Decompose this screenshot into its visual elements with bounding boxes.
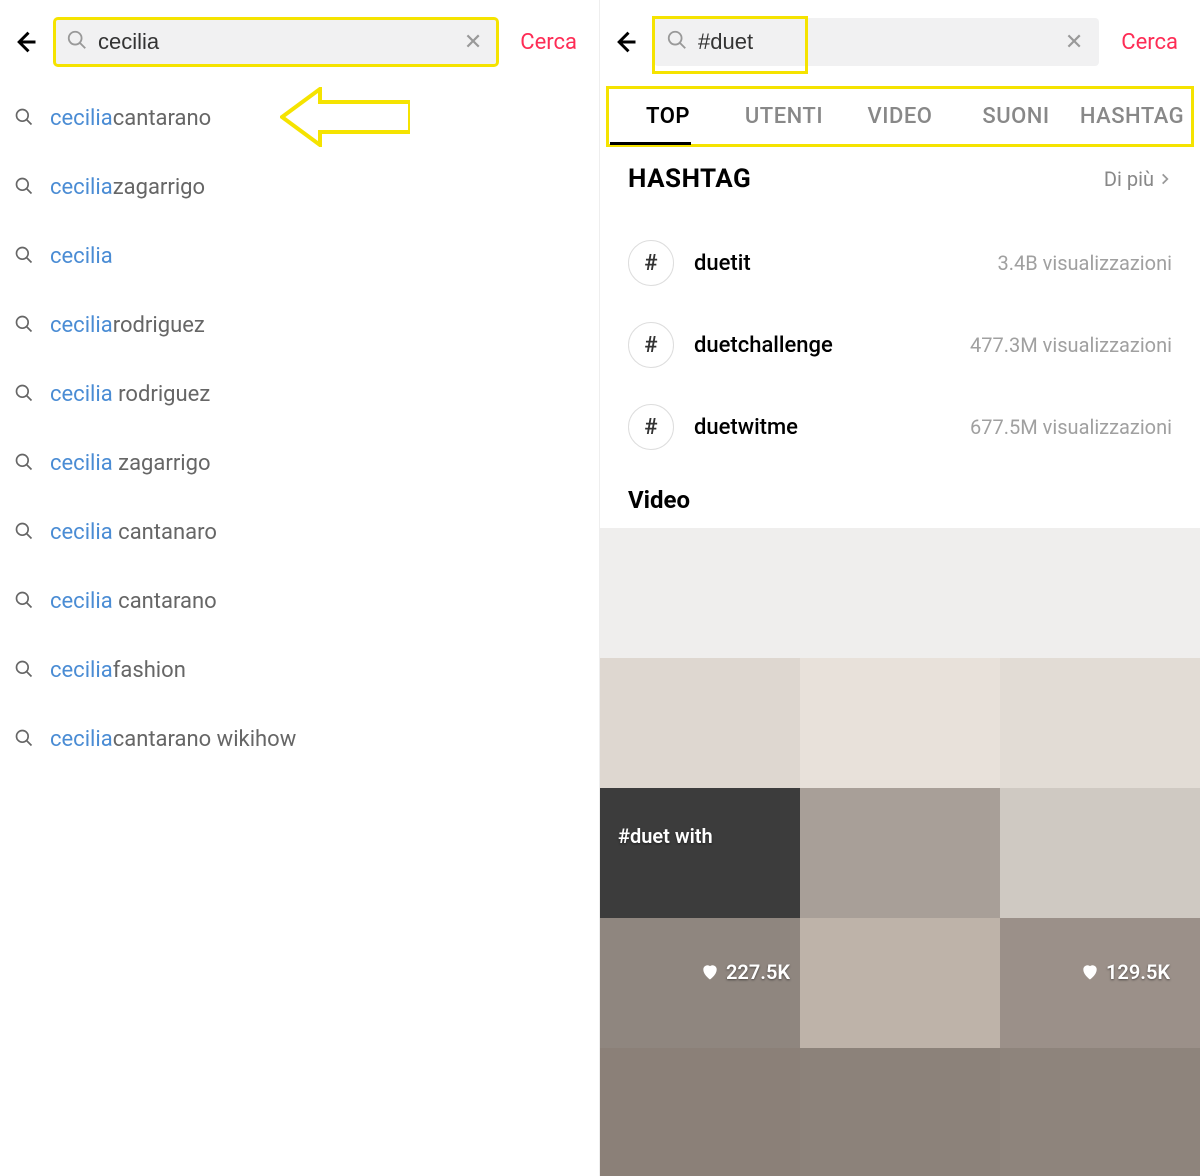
suggestion-text: ceciliazagarrigo (50, 175, 205, 200)
suggestion-text: cecilia cantanaro (50, 520, 217, 545)
search-input[interactable] (698, 29, 1061, 55)
suggestion-text: cecilia (50, 244, 113, 269)
search-icon (14, 245, 34, 269)
video-thumbnail[interactable] (800, 788, 1000, 918)
hashtag-views: 3.4B visualizzazioni (997, 251, 1172, 275)
suggestion-item[interactable]: ceciliazagarrigo (10, 153, 589, 222)
back-button[interactable] (606, 23, 644, 61)
highlight-arrow-icon (280, 87, 410, 151)
video-caption: #duet with (618, 824, 713, 848)
back-button[interactable] (6, 23, 44, 61)
suggestion-text: ceciliacantarano wikihow (50, 727, 296, 752)
video-thumbnail[interactable] (1000, 1048, 1200, 1176)
search-icon (14, 107, 34, 131)
video-grid: #duet with 227.5K 129.5K (600, 528, 1200, 1176)
tab-top[interactable]: TOP (610, 90, 726, 143)
search-header: ✕ Cerca (600, 0, 1200, 84)
suggestion-item[interactable]: cecilia rodriguez (10, 360, 589, 429)
video-thumbnail[interactable] (800, 1048, 1000, 1176)
search-icon (14, 659, 34, 683)
search-box[interactable]: ✕ (54, 18, 498, 66)
suggestion-item[interactable]: ceciliafashion (10, 636, 589, 705)
tabs-row: TOP UTENTI VIDEO SUONI HASHTAG (600, 90, 1200, 144)
search-suggestions-panel: ✕ Cerca ceciliacantarano ceciliazagarrig… (0, 0, 600, 1176)
search-input[interactable] (98, 29, 460, 55)
hashtag-item[interactable]: # duetchallenge 477.3M visualizzazioni (628, 304, 1172, 386)
search-icon (66, 29, 88, 55)
video-thumbnail[interactable] (600, 788, 800, 918)
search-box[interactable]: ✕ (654, 18, 1099, 66)
hashtag-item[interactable]: # duetwitme 677.5M visualizzazioni (628, 386, 1172, 468)
search-icon (14, 383, 34, 407)
suggestion-item[interactable]: cecilia zagarrigo (10, 429, 589, 498)
hashtag-name: duetit (694, 251, 997, 276)
video-thumbnail[interactable] (800, 918, 1000, 1048)
video-thumbnail[interactable] (600, 1048, 800, 1176)
video-thumbnail[interactable] (1000, 528, 1200, 658)
search-icon (14, 728, 34, 752)
suggestion-text: ceciliacantarano (50, 106, 211, 131)
suggestion-item[interactable]: cecilia cantanaro (10, 498, 589, 567)
hashtag-item[interactable]: # duetit 3.4B visualizzazioni (628, 222, 1172, 304)
video-like-count: 129.5K (1080, 960, 1170, 984)
hashtag-name: duetwitme (694, 415, 970, 440)
suggestion-item[interactable]: ceciliarodriguez (10, 291, 589, 360)
suggestion-text: cecilia rodriguez (50, 382, 210, 407)
suggestion-text: cecilia cantarano (50, 589, 217, 614)
video-thumbnail[interactable] (600, 528, 800, 658)
search-submit-link[interactable]: Cerca (508, 30, 589, 55)
suggestion-item[interactable]: ceciliacantarano (10, 84, 589, 153)
clear-icon[interactable]: ✕ (1061, 30, 1087, 55)
hashtag-views: 477.3M visualizzazioni (970, 333, 1172, 357)
tab-hashtag[interactable]: HASHTAG (1074, 90, 1190, 143)
hashtag-section: HASHTAG Di più # duetit 3.4B visualizzaz… (600, 144, 1200, 468)
search-icon (14, 521, 34, 545)
back-arrow-icon (11, 28, 39, 56)
search-results-panel: ✕ Cerca TOP UTENTI VIDEO SUONI HASHTAG H… (600, 0, 1200, 1176)
tab-suoni[interactable]: SUONI (958, 90, 1074, 143)
section-title: HASHTAG (628, 164, 751, 194)
back-arrow-icon (611, 28, 639, 56)
search-header: ✕ Cerca (0, 0, 599, 84)
clear-icon[interactable]: ✕ (460, 30, 486, 55)
hashtag-views: 677.5M visualizzazioni (970, 415, 1172, 439)
suggestions-list: ceciliacantarano ceciliazagarrigo cecili… (0, 84, 599, 774)
hashtag-icon: # (628, 404, 674, 450)
suggestion-item[interactable]: cecilia (10, 222, 589, 291)
search-icon (14, 314, 34, 338)
video-thumbnail[interactable] (1000, 658, 1200, 788)
search-icon (14, 590, 34, 614)
tab-utenti[interactable]: UTENTI (726, 90, 842, 143)
video-thumbnail[interactable] (600, 658, 800, 788)
video-thumbnail[interactable] (800, 528, 1000, 658)
tab-video[interactable]: VIDEO (842, 90, 958, 143)
suggestion-text: ceciliafashion (50, 658, 186, 683)
section-header: HASHTAG Di più (628, 164, 1172, 194)
more-link[interactable]: Di più (1104, 167, 1172, 191)
hashtag-icon: # (628, 240, 674, 286)
video-section-title: Video (600, 468, 1200, 528)
video-thumbnail[interactable] (800, 658, 1000, 788)
suggestion-text: ceciliarodriguez (50, 313, 205, 338)
hashtag-name: duetchallenge (694, 333, 970, 358)
suggestion-item[interactable]: cecilia cantarano (10, 567, 589, 636)
chevron-right-icon (1158, 172, 1172, 186)
heart-icon (700, 962, 720, 982)
suggestion-item[interactable]: ceciliacantarano wikihow (10, 705, 589, 774)
search-icon (14, 452, 34, 476)
video-thumbnail[interactable] (1000, 788, 1200, 918)
search-icon (666, 29, 688, 55)
heart-icon (1080, 962, 1100, 982)
hashtag-icon: # (628, 322, 674, 368)
suggestion-text: cecilia zagarrigo (50, 451, 211, 476)
search-icon (14, 176, 34, 200)
video-like-count: 227.5K (700, 960, 790, 984)
search-submit-link[interactable]: Cerca (1109, 30, 1190, 55)
